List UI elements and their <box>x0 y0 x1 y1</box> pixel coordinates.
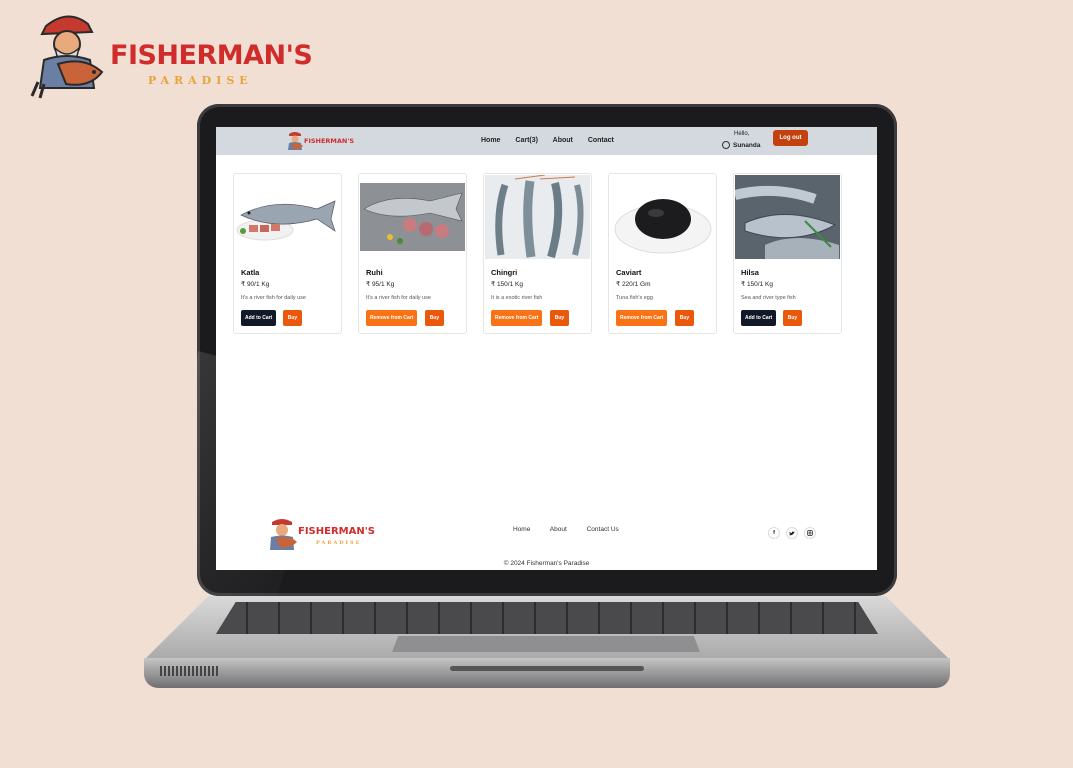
laptop-notch <box>450 666 644 671</box>
remove-from-cart-button[interactable]: Remove from Cart <box>616 310 668 326</box>
fisherman-mascot-icon <box>30 15 104 99</box>
instagram-icon[interactable] <box>804 527 816 539</box>
footer-logo[interactable]: FISHERMAN'S PARADISE <box>266 516 376 552</box>
nav-about-link[interactable]: About <box>553 137 573 144</box>
add-to-cart-button[interactable]: Add to Cart <box>741 310 777 326</box>
product-card: Ruhi ₹ 95/1 Kg It's a river fish for dai… <box>358 173 467 334</box>
nav-logo-text: FISHERMAN'S <box>304 137 355 145</box>
user-name: Sunanda <box>733 141 761 149</box>
product-price: ₹ 90/1 Kg <box>241 281 270 288</box>
product-name: Ruhi <box>366 268 383 277</box>
katla-fish-image <box>235 175 340 259</box>
footer-about-link[interactable]: About <box>550 526 567 533</box>
buy-button[interactable]: Buy <box>283 310 302 326</box>
chingri-prawn-image <box>485 175 590 259</box>
product-price: ₹ 220/1 Gm <box>616 281 651 288</box>
laptop-vent <box>160 666 220 676</box>
buy-button[interactable]: Buy <box>550 310 569 326</box>
brand-logo: FISHERMAN'S PARADISE <box>30 12 313 102</box>
footer-contact-link[interactable]: Contact Us <box>587 526 619 533</box>
footer-home-link[interactable]: Home <box>513 526 530 533</box>
nav-logo[interactable]: FISHERMAN'S <box>286 130 354 152</box>
navbar: FISHERMAN'S Home Cart(3) About Contact H… <box>216 127 877 155</box>
product-description: Tuna fish's egg <box>616 295 653 301</box>
footer-logo-text: FISHERMAN'S <box>298 526 375 537</box>
buy-button[interactable]: Buy <box>783 310 802 326</box>
twitter-icon[interactable] <box>786 527 798 539</box>
product-description: Sea and river type fish <box>741 295 796 301</box>
copyright-text: © 2024 Fisherman's Paradise <box>503 560 590 567</box>
ruhi-fish-image <box>360 175 465 259</box>
hilsa-fish-image <box>735 175 840 259</box>
nav-links: Home Cart(3) About Contact <box>481 137 627 144</box>
product-description: It's a river fish for daily use <box>241 295 306 301</box>
buy-button[interactable]: Buy <box>425 310 444 326</box>
nav-cart-link[interactable]: Cart(3) <box>515 137 538 144</box>
product-price: ₹ 95/1 Kg <box>366 281 395 288</box>
product-description: It is a exotic river fish <box>491 295 543 301</box>
social-links: f <box>768 527 816 539</box>
trackpad <box>392 636 700 652</box>
remove-from-cart-button[interactable]: Remove from Cart <box>491 310 543 326</box>
fisherman-mini-icon <box>270 519 297 550</box>
user-info: Sunanda <box>722 141 760 149</box>
facebook-icon[interactable]: f <box>768 527 780 539</box>
laptop-base <box>144 596 950 690</box>
laptop-screen: FISHERMAN'S Home Cart(3) About Contact H… <box>216 127 877 570</box>
laptop-front-edge <box>144 658 950 688</box>
product-name: Katla <box>241 268 260 277</box>
buy-button[interactable]: Buy <box>675 310 694 326</box>
product-card: Caviart ₹ 220/1 Gm Tuna fish's egg Remov… <box>608 173 717 334</box>
product-card: Hilsa ₹ 150/1 Kg Sea and river type fish… <box>733 173 842 334</box>
product-name: Hilsa <box>741 268 759 277</box>
logout-button[interactable]: Log out <box>773 130 808 146</box>
product-description: It's a river fish for daily use <box>366 295 431 301</box>
brand-subtitle: PARADISE <box>148 74 253 87</box>
footer-links: Home About Contact Us <box>513 526 637 533</box>
product-name: Caviart <box>616 268 642 277</box>
nav-contact-link[interactable]: Contact <box>588 137 614 144</box>
brand-name: FISHERMAN'S <box>110 40 313 71</box>
greeting-text: Hello, <box>734 131 750 137</box>
product-price: ₹ 150/1 Kg <box>491 281 523 288</box>
user-avatar-icon <box>722 141 730 149</box>
product-price: ₹ 150/1 Kg <box>741 281 773 288</box>
add-to-cart-button[interactable]: Add to Cart <box>241 310 277 326</box>
footer-logo-subtitle: PARADISE <box>316 540 362 546</box>
keyboard <box>216 602 878 634</box>
fisherman-mini-icon <box>288 132 303 150</box>
remove-from-cart-button[interactable]: Remove from Cart <box>366 310 418 326</box>
nav-home-link[interactable]: Home <box>481 137 500 144</box>
product-card: Katla ₹ 90/1 Kg It's a river fish for da… <box>233 173 342 334</box>
product-card: Chingri ₹ 150/1 Kg It is a exotic river … <box>483 173 592 334</box>
caviar-image <box>610 175 715 259</box>
product-name: Chingri <box>491 268 518 277</box>
